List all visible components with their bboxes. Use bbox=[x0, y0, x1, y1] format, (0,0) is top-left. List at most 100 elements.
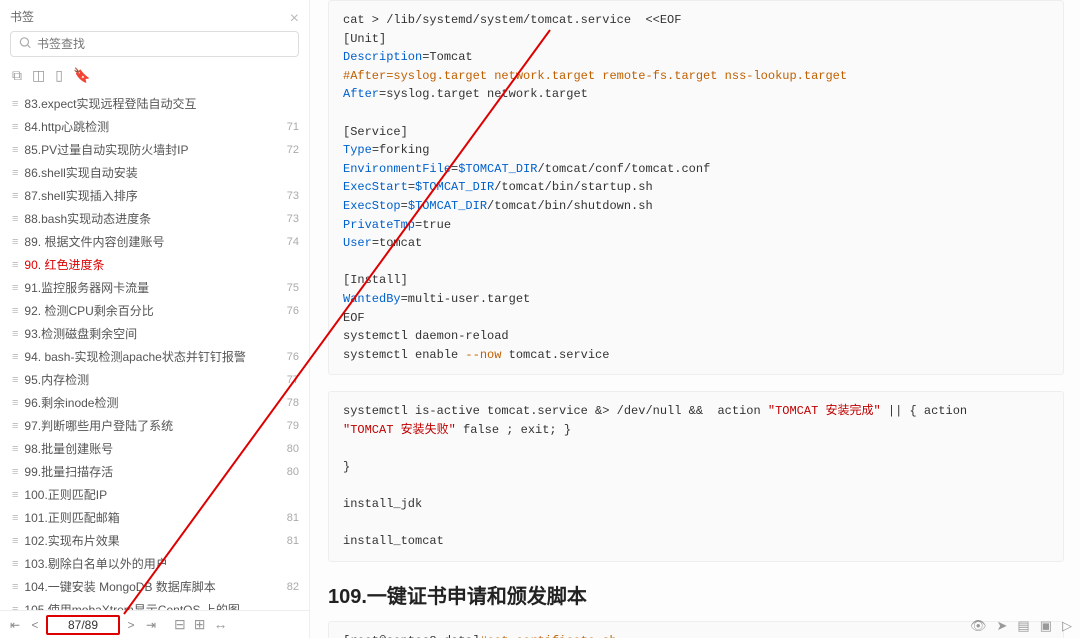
bookmark-icon: ≡ bbox=[12, 420, 18, 432]
bookmark-icon: ≡ bbox=[12, 512, 18, 524]
bookmark-item[interactable]: ≡85.PV过量自动实现防火墙封IP72 bbox=[0, 138, 309, 161]
bookmark-icon: ≡ bbox=[12, 351, 18, 363]
bookmark-item[interactable]: ≡ 96.剩余inode检测 78 bbox=[0, 391, 309, 414]
visibility-icon[interactable]: 👁 bbox=[970, 618, 987, 634]
bookmark-label: 87.shell实现插入排序 bbox=[24, 187, 137, 204]
bookmark-label: 98.批量创建账号 bbox=[24, 440, 113, 457]
page-indicator[interactable]: 87/89 bbox=[46, 615, 120, 635]
bookmark-label: 101.正则匹配邮箱 bbox=[24, 509, 119, 526]
bookmark-label: 86.shell实现自动安装 bbox=[24, 164, 137, 181]
bookmark-item[interactable]: ≡ 94. bash-实现检测apache状态并钉钉报警 76 bbox=[0, 345, 309, 368]
bookmark-label: 85.PV过量自动实现防火墙封IP bbox=[24, 141, 188, 158]
bookmark-icon: ≡ bbox=[12, 443, 18, 455]
bookmark-item[interactable]: ≡ 105.使用mobaXtrem显示CentOS 上的图形工具 bbox=[0, 598, 309, 610]
bookmark-item[interactable]: ≡ 89. 根据文件内容创建账号 74 bbox=[0, 230, 309, 253]
code-block-1: cat > /lib/systemd/system/tomcat.service… bbox=[328, 0, 1064, 375]
bookmark-item[interactable]: ≡ 83.expect实现远程登陆自动交互 bbox=[0, 92, 309, 115]
bookmark-icon: ≡ bbox=[12, 535, 18, 547]
bookmark-icon: ≡ bbox=[12, 259, 18, 271]
bookmark-icon: ≡ bbox=[12, 305, 18, 317]
bookmark-page: 78 bbox=[287, 397, 299, 409]
bookmark-item[interactable]: ≡91.监控服务器网卡流量75 bbox=[0, 276, 309, 299]
bookmark-icon: ≡ bbox=[12, 121, 18, 133]
bookmark-icon: ≡ bbox=[12, 167, 18, 179]
bookmark-sidebar: 书签 × ⧉ ◫ ▯ 🔖 ≡ 83.expect实现远程登陆自动交互 ≡84.htt… bbox=[0, 0, 310, 638]
bookmark-icon: ≡ bbox=[12, 489, 18, 501]
bookmark-item[interactable]: ≡98.批量创建账号80 bbox=[0, 437, 309, 460]
bookmark-icon: ≡ bbox=[12, 236, 18, 248]
code-block-3: [root@centos8 data]#cat certificate.sh #… bbox=[328, 621, 1064, 638]
bookmark-search-input[interactable] bbox=[10, 31, 299, 57]
tool-icon-2[interactable]: ◫ bbox=[32, 67, 45, 84]
search-icon bbox=[18, 36, 32, 53]
bookmark-item[interactable]: ≡ 86.shell实现自动安装 bbox=[0, 161, 309, 184]
bookmark-item[interactable]: ≡ 93.检测磁盘剩余空间 bbox=[0, 322, 309, 345]
bookmark-icon: ≡ bbox=[12, 558, 18, 570]
bookmark-icon: ≡ bbox=[12, 213, 18, 225]
play-icon[interactable]: ▷ bbox=[1062, 618, 1072, 634]
bookmark-label: 97.判断哪些用户登陆了系统 bbox=[24, 417, 173, 434]
bookmark-icon: ≡ bbox=[12, 328, 18, 340]
code-block-2: systemctl is-active tomcat.service &> /d… bbox=[328, 391, 1064, 562]
tool-icon-4[interactable]: 🔖 bbox=[73, 67, 90, 84]
arrow-icon[interactable]: ➤ bbox=[997, 618, 1008, 634]
bookmark-page: 79 bbox=[287, 420, 299, 432]
bookmark-page: 76 bbox=[287, 351, 299, 363]
zoom-in-button[interactable]: ⊞ bbox=[194, 616, 206, 633]
sidebar-title: 书签 bbox=[10, 6, 34, 31]
bookmark-label: 105.使用mobaXtrem显示CentOS 上的图形工具 bbox=[24, 601, 254, 610]
bookmark-item[interactable]: ≡103.剔除白名单以外的用户 bbox=[0, 552, 309, 575]
bookmark-item[interactable]: ≡102.实现布片效果81 bbox=[0, 529, 309, 552]
fit-button[interactable]: ↔ bbox=[214, 616, 228, 633]
bookmark-item[interactable]: ≡ 104.一键安装 MongoDB 数据库脚本 82 bbox=[0, 575, 309, 598]
bookmark-icon: ≡ bbox=[12, 374, 18, 386]
bookmark-item[interactable]: ≡ 88.bash实现动态进度条 73 bbox=[0, 207, 309, 230]
bookmark-item[interactable]: ≡95.内存检测77 bbox=[0, 368, 309, 391]
bookmark-label: 94. bash-实现检测apache状态并钉钉报警 bbox=[24, 348, 245, 365]
bookmark-item[interactable]: ≡92. 检测CPU剩余百分比76 bbox=[0, 299, 309, 322]
bookmark-list[interactable]: ≡83.expect实现远程登陆自动交互≡84.http心跳检测71≡85.PV… bbox=[0, 88, 309, 610]
bookmark-item[interactable]: ≡90. 红色进度条 bbox=[0, 253, 309, 276]
bookmark-page: 74 bbox=[287, 236, 299, 248]
bookmark-item[interactable]: ≡ 101.正则匹配邮箱 81 bbox=[0, 506, 309, 529]
bookmark-page: 73 bbox=[287, 190, 299, 202]
bookmark-label: 83.expect实现远程登陆自动交互 bbox=[24, 95, 196, 112]
bookmark-icon: ≡ bbox=[12, 581, 18, 593]
bookmark-page: 73 bbox=[287, 213, 299, 225]
bookmark-icon: ≡ bbox=[12, 604, 18, 611]
bookmark-label: 93.检测磁盘剩余空间 bbox=[24, 325, 137, 342]
tool-icon-3[interactable]: ▯ bbox=[55, 67, 63, 84]
bookmark-page: 77 bbox=[287, 374, 299, 386]
bookmark-label: 96.剩余inode检测 bbox=[24, 394, 118, 411]
bookmark-icon: ≡ bbox=[12, 190, 18, 202]
document-heading: 109.一键证书申请和颁发脚本 bbox=[328, 580, 1064, 609]
page-icon[interactable]: ▤ bbox=[1017, 618, 1029, 634]
sidebar-toolbar: ⧉ ◫ ▯ 🔖 bbox=[10, 63, 299, 88]
bookmark-label: 88.bash实现动态进度条 bbox=[24, 210, 151, 227]
bookmark-item[interactable]: ≡ 97.判断哪些用户登陆了系统 79 bbox=[0, 414, 309, 437]
bookmark-label: 104.一键安装 MongoDB 数据库脚本 bbox=[24, 578, 215, 595]
bookmark-page: 82 bbox=[287, 581, 299, 593]
bookmark-page: 81 bbox=[287, 512, 299, 524]
bookmark-item[interactable]: ≡84.http心跳检测71 bbox=[0, 115, 309, 138]
bookmark-item[interactable]: ≡99.批量扫描存活80 bbox=[0, 460, 309, 483]
nav-last-button[interactable]: ⇥ bbox=[142, 618, 160, 632]
bookmark-label: 89. 根据文件内容创建账号 bbox=[24, 233, 164, 250]
bookmark-label: 99.批量扫描存活 bbox=[24, 463, 113, 480]
nav-first-button[interactable]: ⇤ bbox=[6, 618, 24, 632]
sidebar-close-button[interactable]: × bbox=[290, 10, 299, 28]
layout-icon[interactable]: ▣ bbox=[1040, 618, 1052, 634]
tool-icon-1[interactable]: ⧉ bbox=[12, 67, 22, 84]
nav-next-button[interactable]: > bbox=[122, 618, 140, 632]
bookmark-item[interactable]: ≡ 100.正则匹配IP bbox=[0, 483, 309, 506]
bookmark-icon: ≡ bbox=[12, 397, 18, 409]
bookmark-item[interactable]: ≡ 87.shell实现插入排序 73 bbox=[0, 184, 309, 207]
bookmark-icon: ≡ bbox=[12, 98, 18, 110]
nav-prev-button[interactable]: < bbox=[26, 618, 44, 632]
bookmark-page: 76 bbox=[287, 305, 299, 317]
zoom-out-button[interactable]: ⊟ bbox=[174, 616, 186, 633]
document-main[interactable]: cat > /lib/systemd/system/tomcat.service… bbox=[310, 0, 1080, 638]
bookmark-label: 102.实现布片效果 bbox=[24, 532, 119, 549]
bookmark-page: 72 bbox=[287, 144, 299, 156]
bookmark-label: 100.正则匹配IP bbox=[24, 486, 107, 503]
